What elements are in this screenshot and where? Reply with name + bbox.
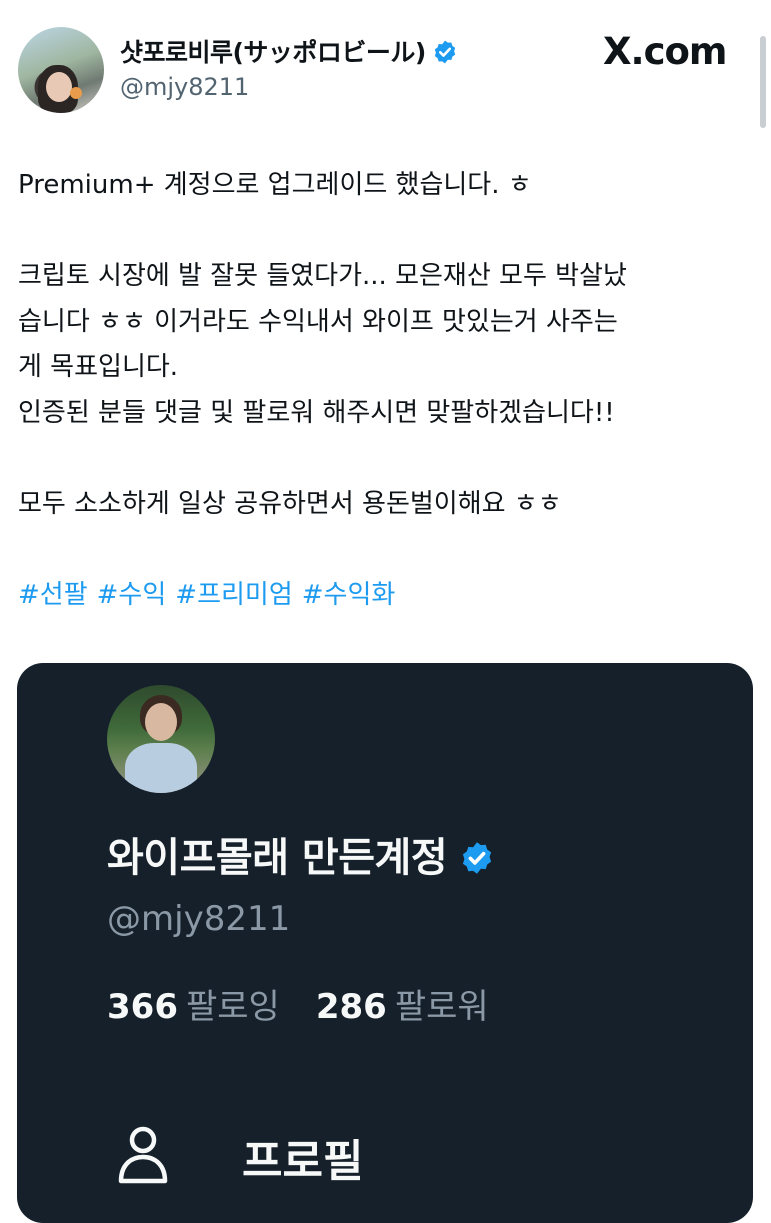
verified-badge-icon	[434, 40, 456, 64]
card-stats: 366 팔로잉 286 팔로워	[107, 979, 489, 1028]
author-handle[interactable]: @mjy8211	[120, 73, 249, 101]
hashtag-list: #선팔 #수익 #프리미엄 #수익화	[18, 573, 404, 618]
hashtag-link[interactable]: #수익	[97, 580, 167, 610]
author-display-name[interactable]: 샷포로비루(サッポロビール)	[120, 33, 458, 69]
card-handle: @mjy8211	[107, 899, 291, 939]
card-avatar	[107, 685, 215, 793]
following-label: 팔로잉	[185, 987, 280, 1027]
following-count: 366	[107, 987, 178, 1027]
brand-logo: X.com	[603, 30, 727, 73]
brand-text: X.com	[603, 30, 727, 73]
tweet-text: Premium+ 계정으로 업그레이드 했습니다. ㅎ 크립토 시장에 발 잘못…	[18, 170, 627, 519]
followers-count: 286	[315, 987, 387, 1027]
person-icon	[118, 1126, 168, 1184]
hashtag-link[interactable]: #프리미엄	[175, 580, 292, 610]
card-display-name-text: 와이프몰래 만든계정	[107, 835, 448, 881]
hashtag-link[interactable]: #선팔	[18, 580, 88, 610]
attached-profile-screenshot[interactable]: 와이프몰래 만든계정 @mjy8211 366 팔로잉 286 팔로워 프로필	[17, 663, 753, 1223]
card-display-name: 와이프몰래 만든계정	[107, 825, 495, 883]
author-display-name-text: 샷포로비루(サッポロビール)	[120, 38, 426, 67]
followers-label: 팔로워	[394, 987, 489, 1027]
verified-badge-icon	[463, 842, 492, 874]
profile-menu-label: 프로필	[242, 1136, 364, 1187]
hashtag-link[interactable]: #수익화	[302, 580, 396, 610]
scrollbar[interactable]	[760, 36, 766, 128]
author-avatar[interactable]	[18, 27, 104, 113]
